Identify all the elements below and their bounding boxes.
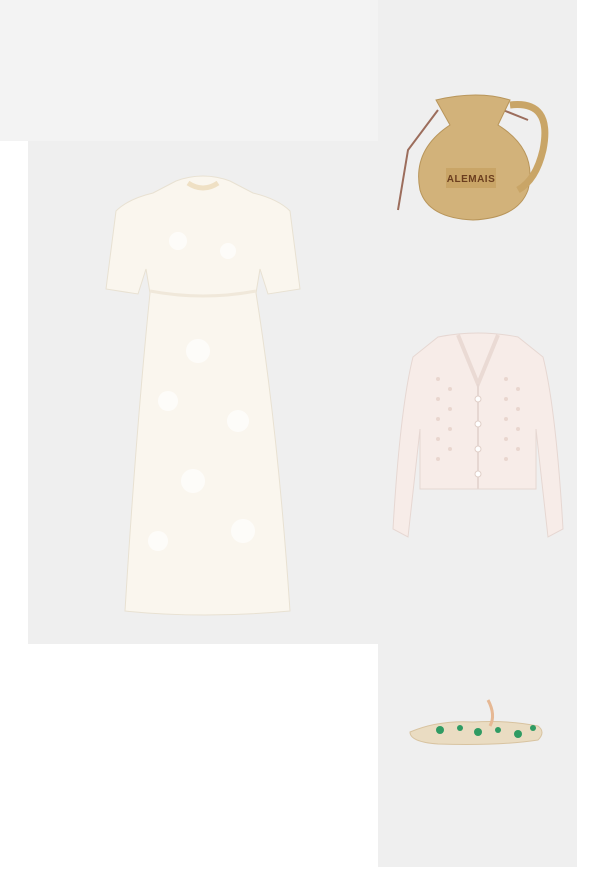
bag-product-tile[interactable]: ALEMAIS [378,0,577,289]
dress-image [105,175,301,616]
top-left-blank-panel [0,0,378,141]
cardigan-image [392,332,564,538]
flats-product-tile[interactable] [378,690,577,750]
bag-brand-text: ALEMAIS [447,174,496,185]
flats-image [409,699,543,745]
cardigan-product-tile[interactable] [378,289,577,867]
bag-image: ALEMAIS [397,94,549,221]
dress-product-tile[interactable] [28,141,378,644]
